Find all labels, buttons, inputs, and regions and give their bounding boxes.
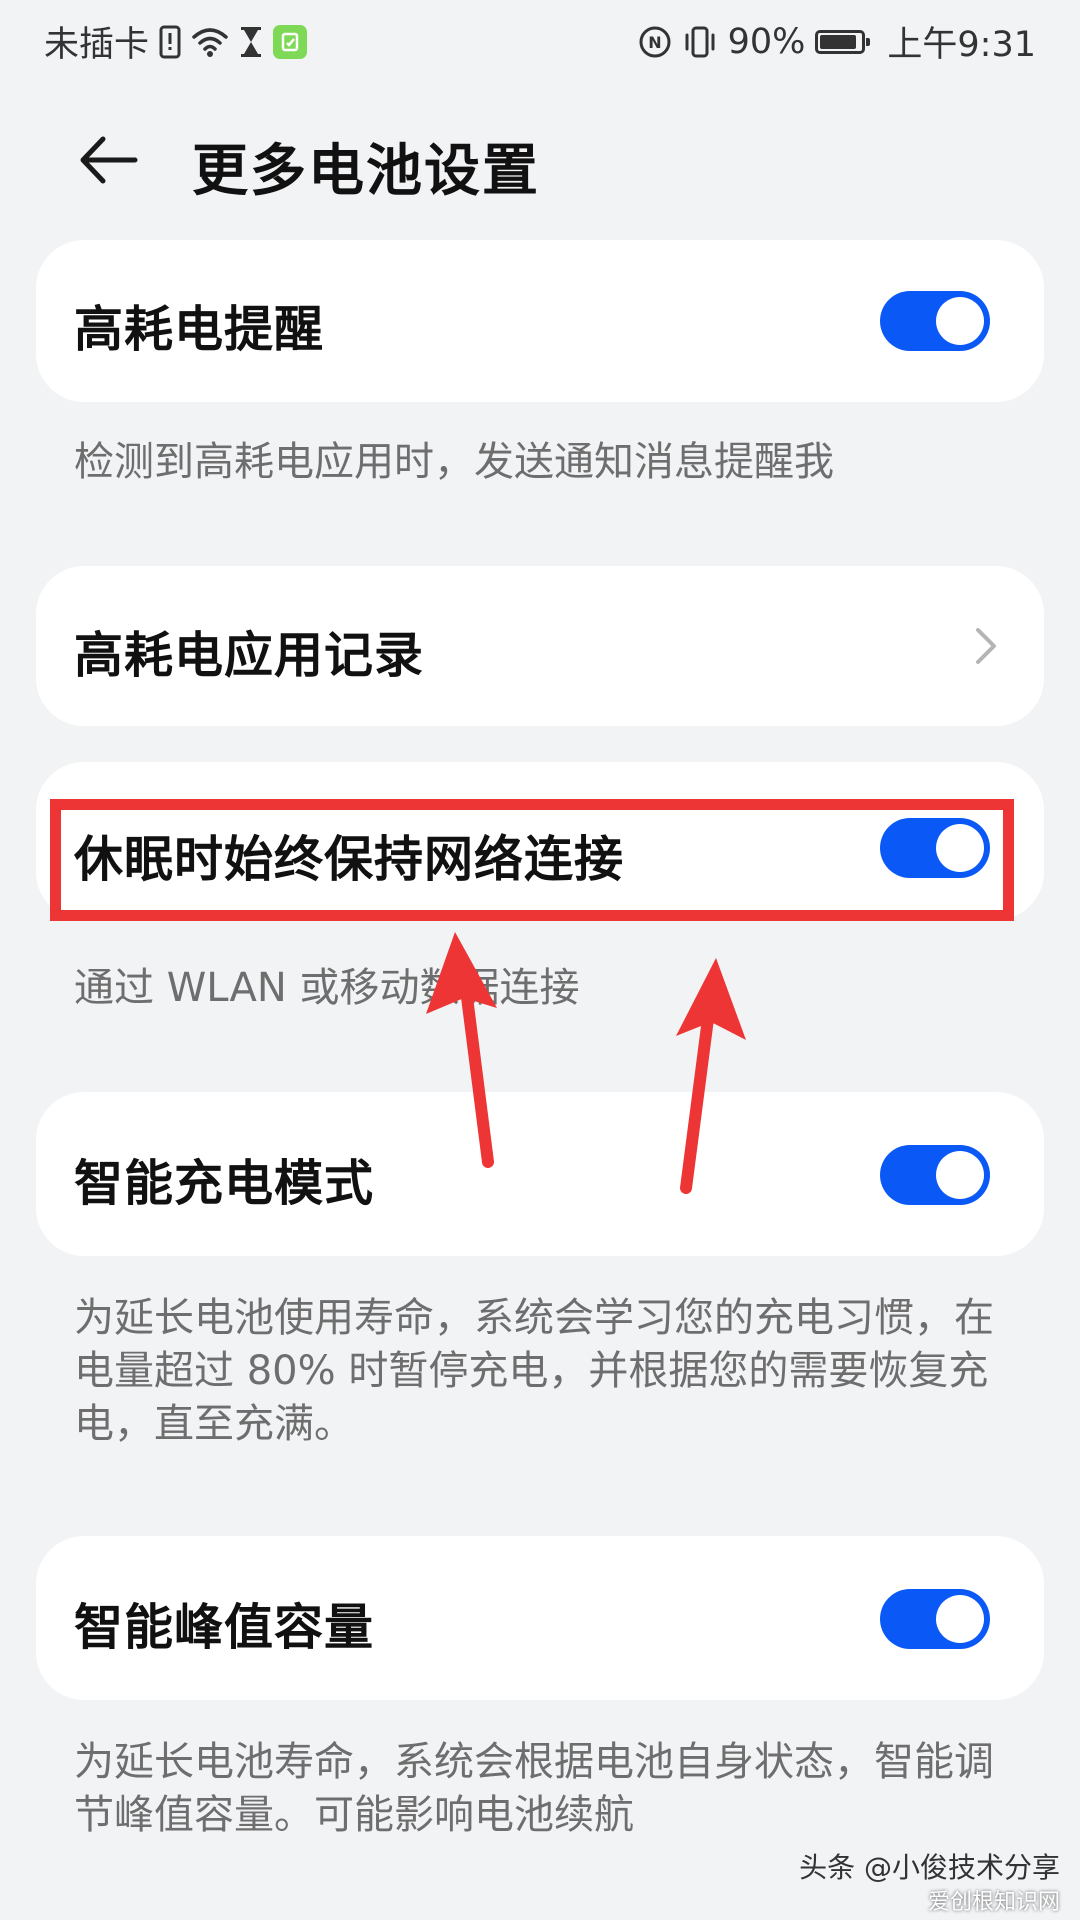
annotation-arrow-left xyxy=(426,932,497,1168)
watermark: 头条 @小俊技术分享 xyxy=(799,1851,1060,1884)
watermark-sub: 爱创根知识网 xyxy=(927,1890,1060,1915)
annotation-arrow-right xyxy=(676,958,746,1194)
screen: 未插卡 N 90% 上午9:31 更多电池设置 高耗电提醒 检测到高耗电应用时，… xyxy=(0,0,1080,1920)
annotation-arrows xyxy=(426,932,746,1194)
